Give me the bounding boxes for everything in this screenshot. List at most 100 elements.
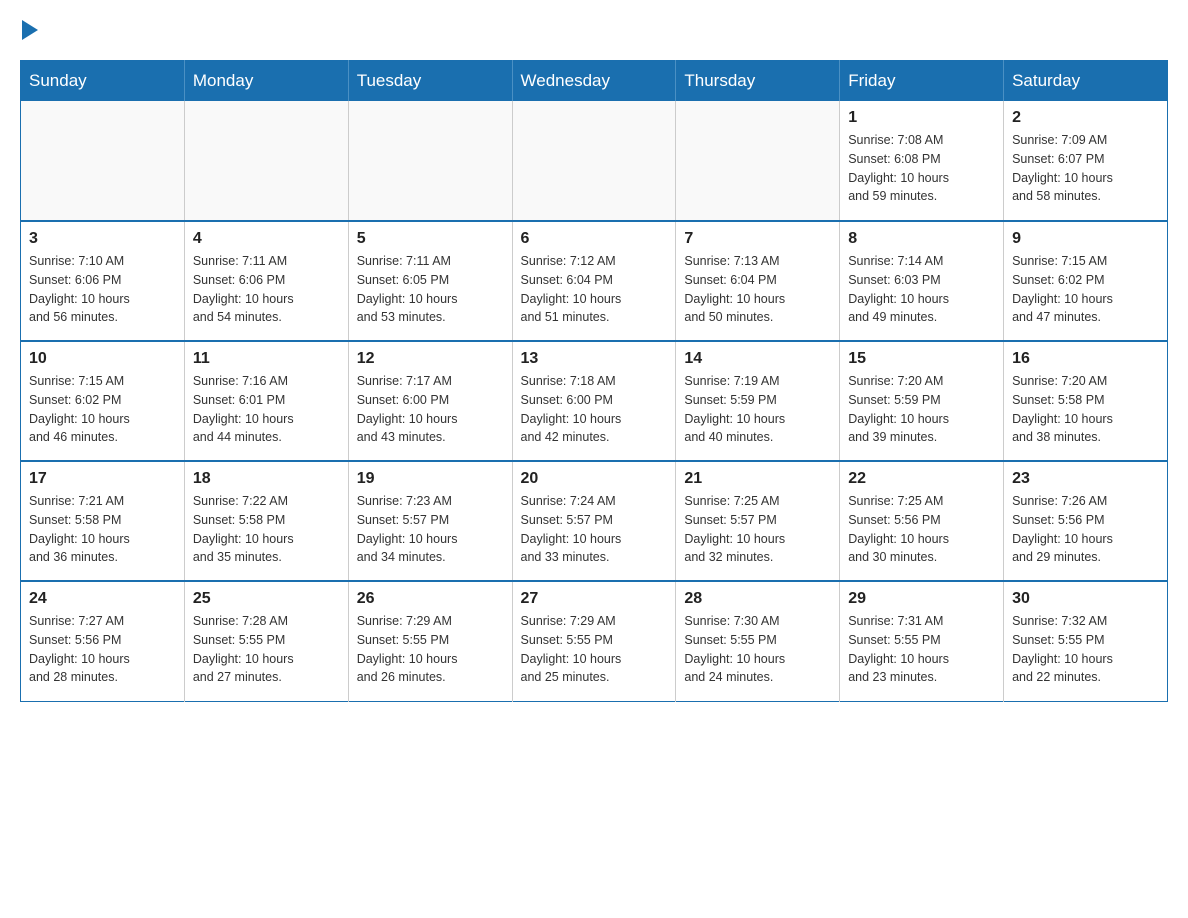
col-header-sunday: Sunday: [21, 61, 185, 102]
day-info: Sunrise: 7:22 AMSunset: 5:58 PMDaylight:…: [193, 492, 340, 567]
day-info: Sunrise: 7:32 AMSunset: 5:55 PMDaylight:…: [1012, 612, 1159, 687]
day-cell: 23 Sunrise: 7:26 AMSunset: 5:56 PMDayligh…: [1004, 461, 1168, 581]
day-info: Sunrise: 7:19 AMSunset: 5:59 PMDaylight:…: [684, 372, 831, 447]
day-cell: 5 Sunrise: 7:11 AMSunset: 6:05 PMDaylight…: [348, 221, 512, 341]
day-number: 11: [193, 350, 340, 368]
day-cell: 8 Sunrise: 7:14 AMSunset: 6:03 PMDaylight…: [840, 221, 1004, 341]
day-number: 29: [848, 590, 995, 608]
day-number: 23: [1012, 470, 1159, 488]
day-cell: 24Sunrise: 7:27 AMSunset: 5:56 PMDayligh…: [21, 581, 185, 701]
day-cell: 30 Sunrise: 7:32 AMSunset: 5:55 PMDayligh…: [1004, 581, 1168, 701]
day-info: Sunrise: 7:30 AMSunset: 5:55 PMDaylight:…: [684, 612, 831, 687]
day-number: 30: [1012, 590, 1159, 608]
week-row-1: 1 Sunrise: 7:08 AMSunset: 6:08 PMDaylight…: [21, 101, 1168, 221]
day-info: Sunrise: 7:25 AMSunset: 5:57 PMDaylight:…: [684, 492, 831, 567]
day-cell: 11 Sunrise: 7:16 AMSunset: 6:01 PMDayligh…: [184, 341, 348, 461]
day-number: 9: [1012, 230, 1159, 248]
day-info: Sunrise: 7:08 AMSunset: 6:08 PMDaylight:…: [848, 131, 995, 206]
week-row-3: 10 Sunrise: 7:15 AMSunset: 6:02 PMDayligh…: [21, 341, 1168, 461]
day-info: Sunrise: 7:15 AMSunset: 6:02 PMDaylight:…: [1012, 252, 1159, 327]
day-number: 25: [193, 590, 340, 608]
day-number: 18: [193, 470, 340, 488]
week-row-2: 3 Sunrise: 7:10 AMSunset: 6:06 PMDaylight…: [21, 221, 1168, 341]
day-cell: 7 Sunrise: 7:13 AMSunset: 6:04 PMDaylight…: [676, 221, 840, 341]
day-number: 16: [1012, 350, 1159, 368]
col-header-wednesday: Wednesday: [512, 61, 676, 102]
day-cell: 16Sunrise: 7:20 AMSunset: 5:58 PMDayligh…: [1004, 341, 1168, 461]
logo: [20, 20, 50, 40]
day-info: Sunrise: 7:17 AMSunset: 6:00 PMDaylight:…: [357, 372, 504, 447]
day-number: 12: [357, 350, 504, 368]
day-info: Sunrise: 7:18 AMSunset: 6:00 PMDaylight:…: [521, 372, 668, 447]
day-cell: 26Sunrise: 7:29 AMSunset: 5:55 PMDayligh…: [348, 581, 512, 701]
day-cell: [676, 101, 840, 221]
day-info: Sunrise: 7:31 AMSunset: 5:55 PMDaylight:…: [848, 612, 995, 687]
day-number: 13: [521, 350, 668, 368]
calendar-header-row: SundayMondayTuesdayWednesdayThursdayFrid…: [21, 61, 1168, 102]
day-info: Sunrise: 7:25 AMSunset: 5:56 PMDaylight:…: [848, 492, 995, 567]
day-info: Sunrise: 7:26 AMSunset: 5:56 PMDaylight:…: [1012, 492, 1159, 567]
day-info: Sunrise: 7:11 AMSunset: 6:06 PMDaylight:…: [193, 252, 340, 327]
day-info: Sunrise: 7:24 AMSunset: 5:57 PMDaylight:…: [521, 492, 668, 567]
day-cell: 2 Sunrise: 7:09 AMSunset: 6:07 PMDaylight…: [1004, 101, 1168, 221]
day-info: Sunrise: 7:11 AMSunset: 6:05 PMDaylight:…: [357, 252, 504, 327]
col-header-thursday: Thursday: [676, 61, 840, 102]
day-number: 7: [684, 230, 831, 248]
day-cell: [512, 101, 676, 221]
day-info: Sunrise: 7:15 AMSunset: 6:02 PMDaylight:…: [29, 372, 176, 447]
week-row-4: 17Sunrise: 7:21 AMSunset: 5:58 PMDayligh…: [21, 461, 1168, 581]
day-cell: [184, 101, 348, 221]
day-cell: [348, 101, 512, 221]
day-cell: 17Sunrise: 7:21 AMSunset: 5:58 PMDayligh…: [21, 461, 185, 581]
day-info: Sunrise: 7:13 AMSunset: 6:04 PMDaylight:…: [684, 252, 831, 327]
day-cell: 18 Sunrise: 7:22 AMSunset: 5:58 PMDayligh…: [184, 461, 348, 581]
day-number: 27: [521, 590, 668, 608]
logo-icon: [20, 20, 38, 40]
day-info: Sunrise: 7:20 AMSunset: 5:59 PMDaylight:…: [848, 372, 995, 447]
col-header-tuesday: Tuesday: [348, 61, 512, 102]
day-number: 5: [357, 230, 504, 248]
day-number: 6: [521, 230, 668, 248]
day-number: 3: [29, 230, 176, 248]
day-cell: 15Sunrise: 7:20 AMSunset: 5:59 PMDayligh…: [840, 341, 1004, 461]
day-cell: 13 Sunrise: 7:18 AMSunset: 6:00 PMDayligh…: [512, 341, 676, 461]
day-info: Sunrise: 7:21 AMSunset: 5:58 PMDaylight:…: [29, 492, 176, 567]
day-number: 21: [684, 470, 831, 488]
day-cell: 4 Sunrise: 7:11 AMSunset: 6:06 PMDaylight…: [184, 221, 348, 341]
day-cell: 25Sunrise: 7:28 AMSunset: 5:55 PMDayligh…: [184, 581, 348, 701]
day-number: 4: [193, 230, 340, 248]
col-header-saturday: Saturday: [1004, 61, 1168, 102]
day-info: Sunrise: 7:29 AMSunset: 5:55 PMDaylight:…: [521, 612, 668, 687]
day-cell: 3 Sunrise: 7:10 AMSunset: 6:06 PMDaylight…: [21, 221, 185, 341]
page-header: [20, 20, 1168, 40]
day-number: 19: [357, 470, 504, 488]
day-cell: 22 Sunrise: 7:25 AMSunset: 5:56 PMDayligh…: [840, 461, 1004, 581]
day-cell: 9 Sunrise: 7:15 AMSunset: 6:02 PMDaylight…: [1004, 221, 1168, 341]
day-cell: [21, 101, 185, 221]
day-number: 8: [848, 230, 995, 248]
day-info: Sunrise: 7:12 AMSunset: 6:04 PMDaylight:…: [521, 252, 668, 327]
day-info: Sunrise: 7:23 AMSunset: 5:57 PMDaylight:…: [357, 492, 504, 567]
col-header-monday: Monday: [184, 61, 348, 102]
day-number: 1: [848, 109, 995, 127]
day-number: 14: [684, 350, 831, 368]
day-cell: 29 Sunrise: 7:31 AMSunset: 5:55 PMDayligh…: [840, 581, 1004, 701]
day-cell: 14 Sunrise: 7:19 AMSunset: 5:59 PMDayligh…: [676, 341, 840, 461]
day-info: Sunrise: 7:09 AMSunset: 6:07 PMDaylight:…: [1012, 131, 1159, 206]
day-number: 22: [848, 470, 995, 488]
day-cell: 28 Sunrise: 7:30 AMSunset: 5:55 PMDayligh…: [676, 581, 840, 701]
day-cell: 21 Sunrise: 7:25 AMSunset: 5:57 PMDayligh…: [676, 461, 840, 581]
day-number: 10: [29, 350, 176, 368]
day-cell: 20Sunrise: 7:24 AMSunset: 5:57 PMDayligh…: [512, 461, 676, 581]
day-number: 28: [684, 590, 831, 608]
day-cell: 1 Sunrise: 7:08 AMSunset: 6:08 PMDaylight…: [840, 101, 1004, 221]
day-number: 2: [1012, 109, 1159, 127]
day-info: Sunrise: 7:29 AMSunset: 5:55 PMDaylight:…: [357, 612, 504, 687]
day-cell: 10 Sunrise: 7:15 AMSunset: 6:02 PMDayligh…: [21, 341, 185, 461]
week-row-5: 24Sunrise: 7:27 AMSunset: 5:56 PMDayligh…: [21, 581, 1168, 701]
day-info: Sunrise: 7:10 AMSunset: 6:06 PMDaylight:…: [29, 252, 176, 327]
day-info: Sunrise: 7:16 AMSunset: 6:01 PMDaylight:…: [193, 372, 340, 447]
day-info: Sunrise: 7:14 AMSunset: 6:03 PMDaylight:…: [848, 252, 995, 327]
logo-triangle-icon: [22, 20, 38, 40]
day-info: Sunrise: 7:27 AMSunset: 5:56 PMDaylight:…: [29, 612, 176, 687]
